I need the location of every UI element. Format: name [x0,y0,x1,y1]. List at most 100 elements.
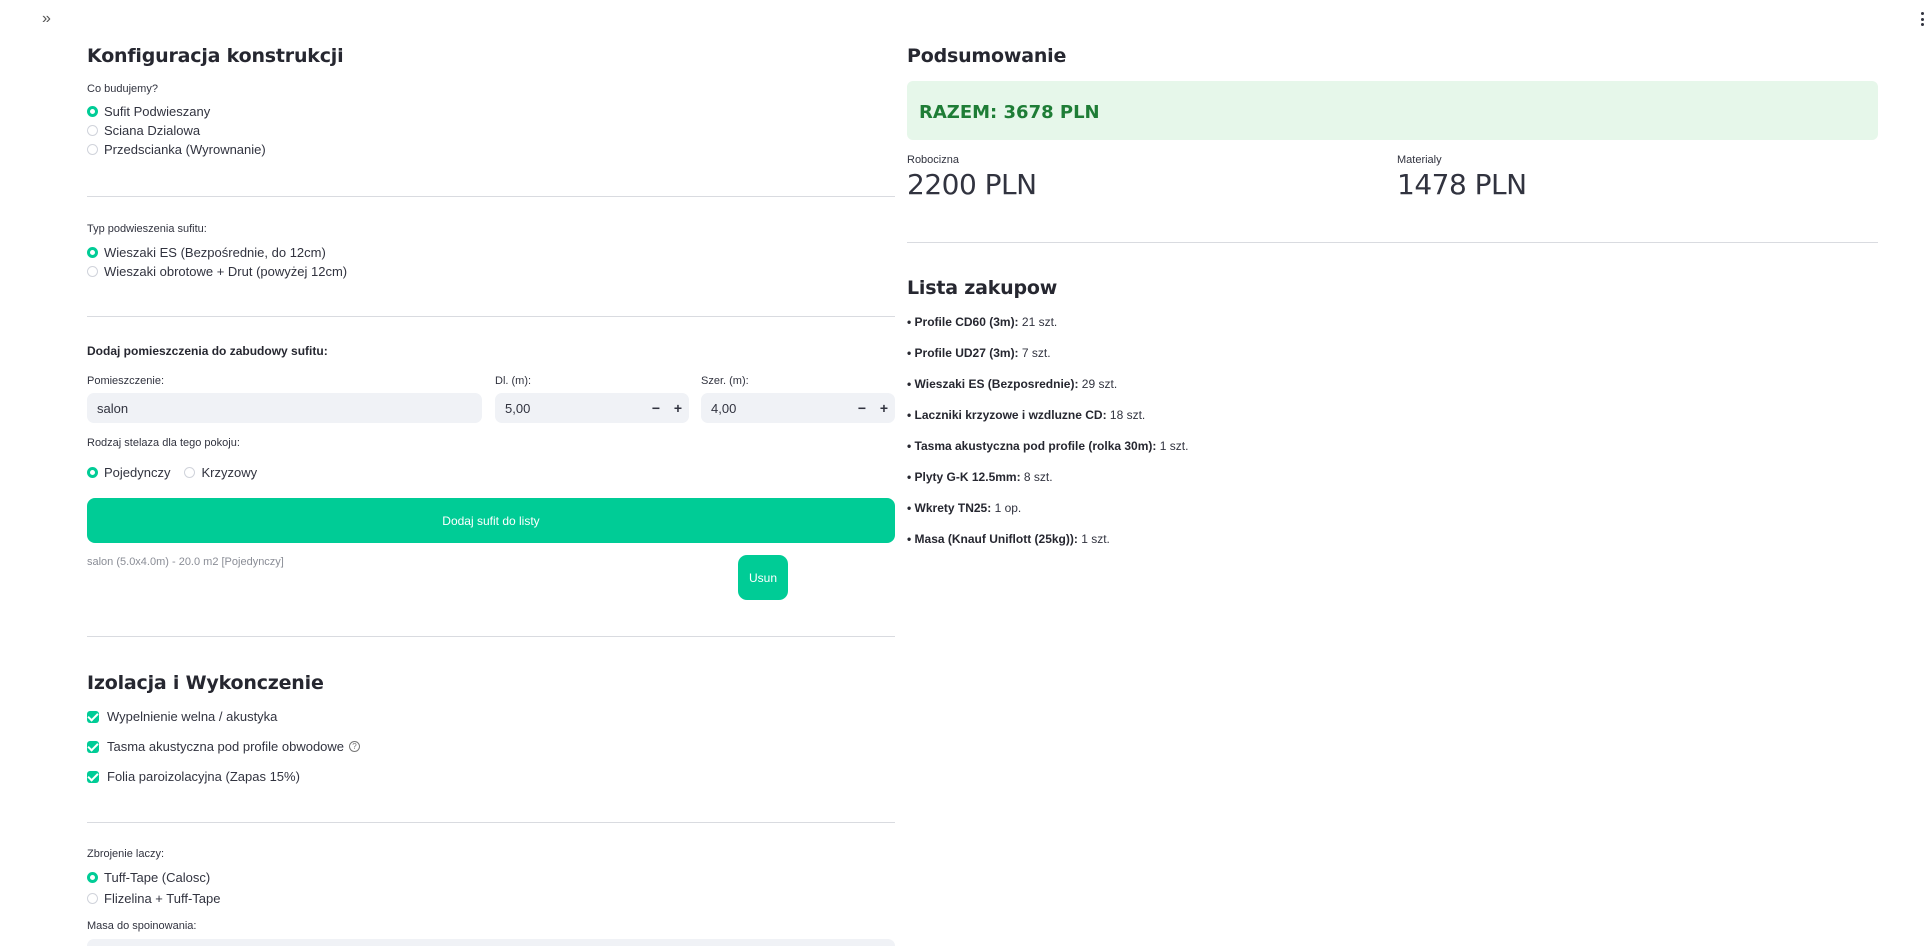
remove-room-button[interactable]: Usun [738,555,788,600]
checkbox-vapor-foil[interactable]: Folia paroizolacyjna (Zapas 15%) [87,767,300,786]
item-qty: 1 szt. [1156,439,1189,453]
help-icon[interactable]: ? [349,741,361,752]
width-decrement-button[interactable]: − [851,400,873,416]
length-label: Dl. (m): [495,375,532,387]
radio-label: Krzyzowy [201,465,258,480]
item-name: • Tasma akustyczna pod profile (rolka 30… [907,439,1157,453]
item-name: • Wieszaki ES (Bezposrednie): [907,377,1079,391]
item-qty: 18 szt. [1106,408,1146,422]
labor-value: 2200 PLN [907,168,1037,201]
radio-unselected-icon [87,893,98,904]
add-ceiling-button[interactable]: Dodaj sufit do listy [87,498,895,543]
divider [87,822,895,823]
radio-wieszaki-obrotowe[interactable]: Wieszaki obrotowe + Drut (powyżej 12cm) [87,262,347,281]
compound-label: Masa do spoinowania: [87,920,197,932]
checkbox-checked-icon [87,740,99,753]
item-qty: 1 szt. [1077,532,1110,546]
labor-label: Robocizna [907,154,959,166]
radio-selected-icon [87,872,98,883]
suspension-type-label: Typ podwieszenia sufitu: [87,223,207,235]
checkbox-label: Folia paroizolacyjna (Zapas 15%) [107,769,300,784]
length-value: 5,00 [505,400,531,416]
length-number-input[interactable]: 5,00 − + [495,393,689,423]
radio-sufit-podwieszany[interactable]: Sufit Podwieszany [87,102,266,121]
length-increment-button[interactable]: + [667,400,689,416]
item-qty: 7 szt. [1018,346,1051,360]
radio-label: Wieszaki obrotowe + Drut (powyżej 12cm) [104,264,348,279]
checkbox-wool-fill[interactable]: Wypelnienie welna / akustyka [87,707,277,726]
room-name-value: salon [97,400,129,416]
radio-label: Sufit Podwieszany [104,104,211,119]
item-name: • Wkrety TN25: [907,501,992,515]
radio-label: Wieszaki ES (Bezpośrednie, do 12cm) [104,245,326,260]
shopping-item: • Profile CD60 (3m): 21 szt. [907,315,1057,329]
radio-pojedynczy[interactable]: Pojedynczy [87,463,170,482]
joint-reinforcement-label: Zbrojenie laczy: [87,848,165,860]
checkbox-acoustic-tape[interactable]: Tasma akustyczna pod profile obwodowe? [87,737,361,756]
radio-przedscianka[interactable]: Przedscianka (Wyrownanie) [87,140,266,159]
more-vertical-icon[interactable] [1919,12,1925,26]
checkbox-checked-icon [87,770,99,783]
build-type-radio-group: Sufit Podwieszany Sciana Dzialowa Przeds… [87,102,266,159]
length-decrement-button[interactable]: − [645,400,667,416]
shopping-item: • Wieszaki ES (Bezposrednie): 29 szt. [907,377,1117,391]
expand-sidebar-icon[interactable]: » [42,10,51,28]
insulation-title: Izolacja i Wykonczenie [87,672,324,694]
radio-tuff-tape[interactable]: Tuff-Tape (Calosc) [87,868,220,887]
item-qty: 29 szt. [1078,377,1118,391]
radio-krzyzowy[interactable]: Krzyzowy [184,463,257,482]
radio-selected-icon [87,467,98,478]
shopping-item: • Plyty G-K 12.5mm: 8 szt. [907,470,1053,484]
joint-radio-group: Tuff-Tape (Calosc) Flizelina + Tuff-Tape [87,868,220,908]
shopping-item: • Tasma akustyczna pod profile (rolka 30… [907,439,1188,453]
radio-sciana-dzialowa[interactable]: Sciana Dzialowa [87,121,266,140]
item-qty: 1 op. [991,501,1022,515]
room-name-label: Pomieszczenie: [87,375,165,387]
radio-wieszaki-es[interactable]: Wieszaki ES (Bezpośrednie, do 12cm) [87,243,347,262]
length-stepper: − + [645,393,689,423]
radio-label: Przedscianka (Wyrownanie) [104,142,266,157]
radio-unselected-icon [87,144,98,155]
radio-label: Flizelina + Tuff-Tape [104,891,221,906]
item-name: • Profile UD27 (3m): [907,346,1019,360]
shopping-list-title: Lista zakupow [907,277,1058,299]
radio-label: Sciana Dzialowa [104,123,201,138]
radio-unselected-icon [184,467,196,478]
config-title: Konfiguracja konstrukcji [87,45,344,67]
shopping-item: • Profile UD27 (3m): 7 szt. [907,346,1051,360]
divider [87,636,895,637]
checkbox-label: Tasma akustyczna pod profile obwodowe [107,739,345,754]
shopping-item: • Wkrety TN25: 1 op. [907,501,1021,515]
radio-selected-icon [87,247,98,258]
item-name: • Masa (Knauf Uniflott (25kg)): [907,532,1078,546]
build-type-label: Co budujemy? [87,83,158,95]
total-alert: RAZEM: 3678 PLN [907,81,1878,140]
item-qty: 8 szt. [1020,470,1053,484]
radio-selected-icon [87,106,98,117]
frame-type-label: Rodzaj stelaza dla tego pokoju: [87,437,240,449]
materials-value: 1478 PLN [1397,168,1527,201]
shopping-item: • Laczniki krzyzowe i wzdluzne CD: 18 sz… [907,408,1145,422]
width-increment-button[interactable]: + [873,400,895,416]
frame-radio-group: Pojedynczy Krzyzowy [87,463,257,482]
radio-unselected-icon [87,266,98,277]
width-stepper: − + [851,393,895,423]
radio-unselected-icon [87,125,98,136]
room-name-input[interactable]: salon [87,393,482,423]
compound-select[interactable] [87,939,895,946]
width-number-input[interactable]: 4,00 − + [701,393,895,423]
item-name: • Plyty G-K 12.5mm: [907,470,1021,484]
total-text: RAZEM: 3678 PLN [919,102,1100,123]
width-label: Szer. (m): [701,375,749,387]
divider [87,316,895,317]
radio-label: Tuff-Tape (Calosc) [104,870,211,885]
item-name: • Laczniki krzyzowe i wzdluzne CD: [907,408,1107,422]
radio-flizelina[interactable]: Flizelina + Tuff-Tape [87,889,220,908]
room-entry-text: salon (5.0x4.0m) - 20.0 m2 [Pojedynczy] [87,556,284,568]
radio-label: Pojedynczy [104,465,171,480]
divider [87,196,895,197]
item-qty: 21 szt. [1018,315,1058,329]
width-value: 4,00 [711,400,737,416]
suspension-radio-group: Wieszaki ES (Bezpośrednie, do 12cm) Wies… [87,243,347,281]
shopping-item: • Masa (Knauf Uniflott (25kg)): 1 szt. [907,532,1110,546]
